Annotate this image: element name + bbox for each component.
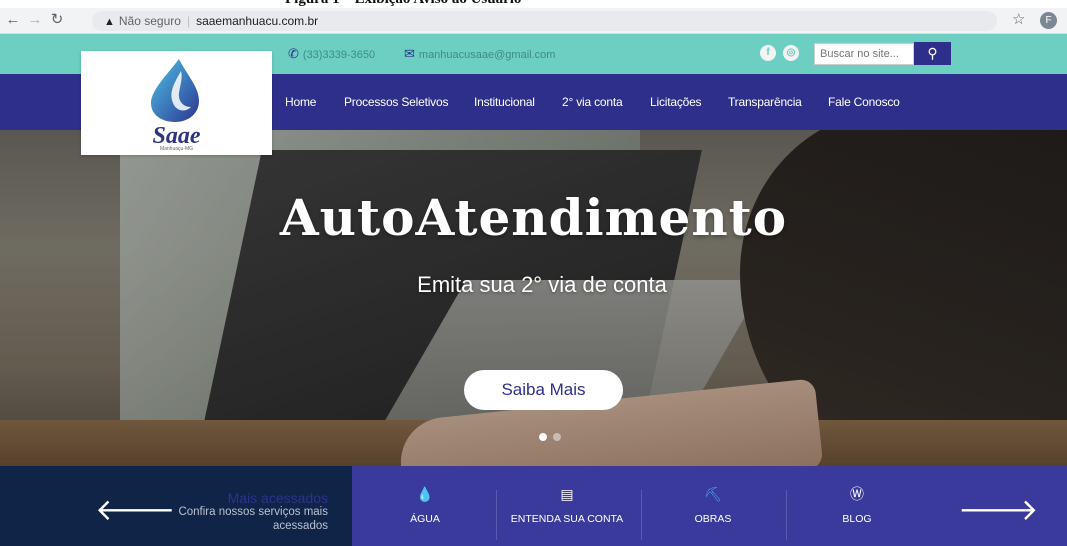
service-label: BLOG [842,513,872,525]
envelope-icon: ✉ [404,46,415,61]
email-address: manhuacusaae@gmail.com [418,49,556,61]
service-label: OBRAS [694,513,732,525]
url-text: saaemanhuacu.com.br [196,14,319,28]
nav-item-licitacoes[interactable]: Licitações [650,95,702,109]
service-obras[interactable]: ⛏ OBRAS [653,486,773,525]
wordpress-icon: Ⓦ [850,486,864,502]
browser-toolbar: ← → ↻ ▲ Não seguro | saaemanhuacu.com.br ☆ … [0,8,1067,34]
search-input[interactable] [814,43,914,65]
reload-icon[interactable]: ↻ [48,11,66,29]
document-icon: ▤ [560,486,574,502]
mais-acessados-title: Mais acessados [227,490,328,506]
facebook-icon[interactable]: f [760,45,776,61]
nav-item-segunda-via[interactable]: 2° via conta [562,95,623,109]
service-entenda-conta[interactable]: ▤ ENTENDA SUA CONTA [507,486,627,525]
service-blog[interactable]: Ⓦ BLOG [797,486,917,525]
warning-icon: ▲ [104,16,115,28]
nav-item-fale-conosco[interactable]: Fale Conosco [828,95,900,109]
nav-item-processos-seletivos[interactable]: Processos Seletivos [344,95,448,109]
site-logo[interactable]: Saae Manhuaçu-MG [81,51,272,155]
document-caption-strip: Figura 1 – Exibição Aviso ao Usuário [0,0,1067,8]
search-button[interactable]: ⚲ [914,42,951,65]
service-label: ÁGUA [410,513,440,525]
back-arrow-icon[interactable]: ← [4,11,22,29]
water-drop-logo-icon [151,59,199,122]
service-divider [641,490,642,540]
hero-subtitle: Emita sua 2° via de conta [417,272,667,297]
logo-tagline: Manhuaçu-MG [159,146,194,152]
profile-avatar[interactable]: F [1040,12,1057,29]
phone-number: (33)3339-3650 [302,49,376,61]
service-agua[interactable]: 💧 ÁGUA [365,486,485,525]
right-arrow-icon[interactable]: 🡒 [958,496,1038,526]
phone-contact[interactable]: ✆ (33)3339-3650 [288,46,375,62]
address-bar[interactable]: ▲ Não seguro | saaemanhuacu.com.br [92,11,997,31]
nav-item-transparencia[interactable]: Transparência [728,95,802,109]
hero-title: AutoAtendimento [279,188,788,247]
water-drop-icon: 💧 [416,486,434,502]
phone-icon: ✆ [288,46,299,61]
hero-banner: AutoAtendimento Emita sua 2° via de cont… [0,130,1067,466]
search-icon: ⚲ [927,45,938,61]
email-contact[interactable]: ✉ manhuacusaae@gmail.com [404,46,555,62]
bookmark-star-icon[interactable]: ☆ [1012,11,1025,29]
carousel-dot[interactable] [553,433,561,441]
forward-arrow-icon[interactable]: → [26,11,44,29]
security-label: Não seguro [118,14,181,28]
nav-item-home[interactable]: Home [285,95,316,109]
service-divider [496,490,497,540]
nav-item-institucional[interactable]: Institucional [474,95,535,109]
instagram-icon[interactable]: ◎ [783,45,799,61]
service-label: ENTENDA SUA CONTA [510,513,624,525]
document-caption: Figura 1 – Exibição Aviso ao Usuário [285,0,521,8]
service-divider [786,490,787,540]
construction-icon: ⛏ [704,486,722,502]
mais-acessados-description: Confira nossos serviços mais acessados [178,506,328,532]
carousel-dot-active[interactable] [539,433,547,441]
saiba-mais-button[interactable]: Saiba Mais [464,370,623,410]
